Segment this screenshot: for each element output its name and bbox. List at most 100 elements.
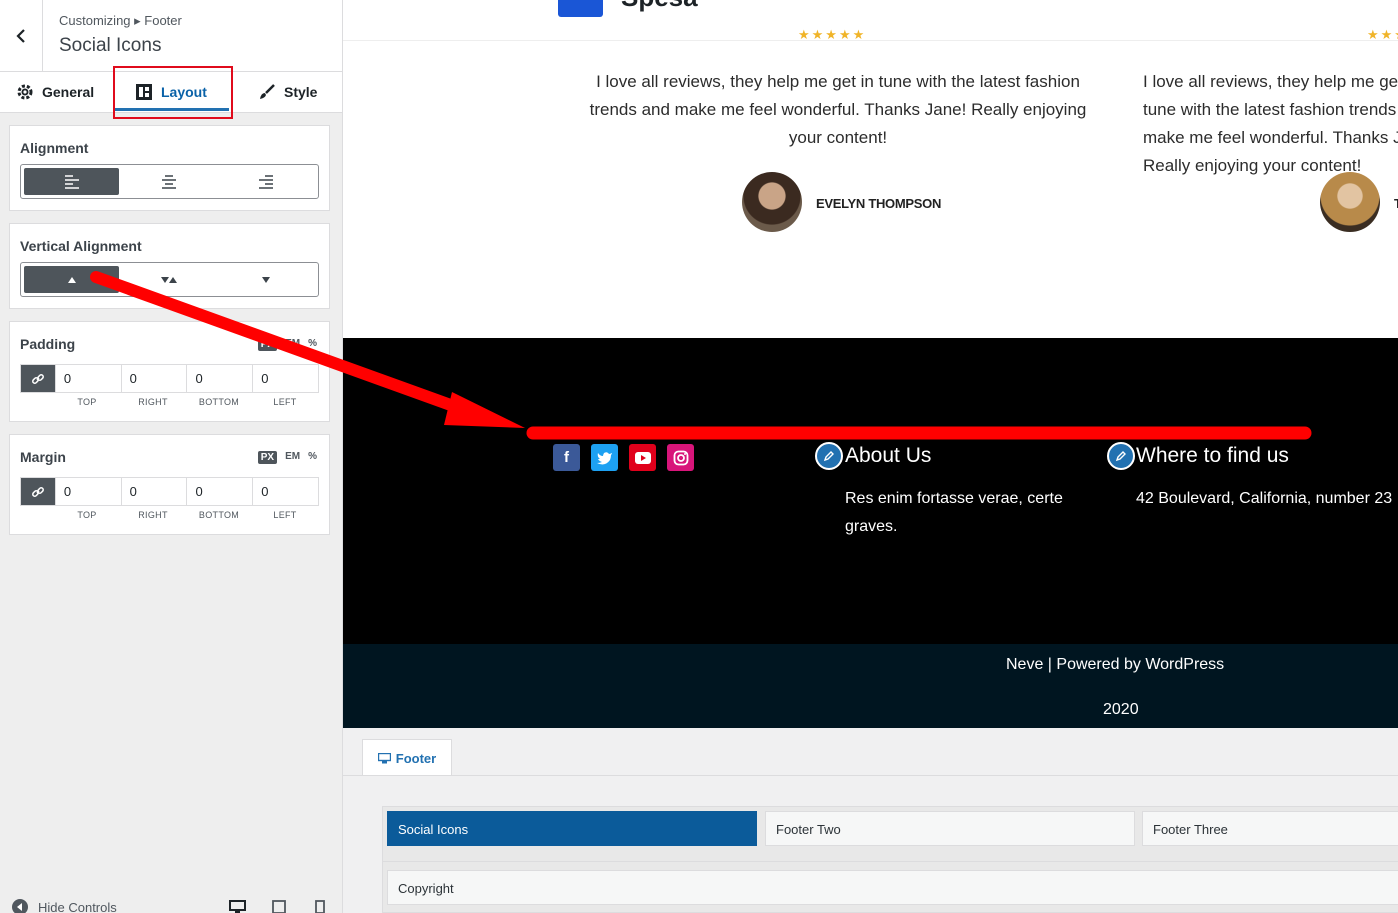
padding-left-input[interactable]: 0	[252, 365, 318, 392]
alignment-panel: Alignment	[9, 125, 330, 211]
back-button[interactable]	[0, 0, 43, 71]
youtube-icon[interactable]	[629, 444, 656, 471]
padding-inputs: 0 0 0 0	[20, 364, 319, 393]
margin-bottom-input[interactable]: 0	[186, 478, 252, 505]
margin-right-input[interactable]: 0	[120, 478, 187, 505]
margin-unit-em[interactable]: EM	[285, 451, 300, 464]
tab-general-label: General	[42, 84, 95, 100]
padding-unit-percent[interactable]: %	[308, 338, 317, 351]
powered-by-text[interactable]: Neve | Powered by WordPress	[1006, 656, 1224, 674]
mobile-preview-icon[interactable]	[315, 900, 325, 913]
tablet-preview-icon[interactable]	[272, 900, 286, 913]
padding-bottom-label: BOTTOM	[198, 397, 240, 407]
avatar	[742, 172, 802, 232]
padding-top-label: TOP	[77, 397, 97, 407]
breadcrumb: Customizing ▸ Footer	[59, 13, 182, 28]
monitor-icon	[377, 752, 391, 763]
margin-unit-switcher: PX EM %	[257, 451, 317, 464]
builder-item-copyright[interactable]: Copyright	[387, 870, 1398, 905]
footer-bottom-row: Neve | Powered by WordPress 2020	[343, 644, 1398, 728]
builder-row-bottom: Copyright	[382, 861, 1398, 913]
align-right-button[interactable]	[218, 168, 313, 195]
padding-title: Padding	[20, 336, 76, 352]
valign-top-button[interactable]	[24, 266, 119, 293]
padding-top-input[interactable]: 0	[54, 365, 121, 392]
vertical-alignment-control	[20, 262, 319, 297]
padding-panel: Padding PX EM % 0 0 0 0 TOP RIGHT BOTTOM…	[9, 321, 330, 422]
collapse-arrow-icon	[12, 899, 28, 913]
padding-link-button[interactable]	[21, 365, 55, 392]
edit-widget-icon[interactable]	[815, 442, 843, 470]
testimonial-author: EVELYN THOMPSON	[816, 196, 942, 211]
padding-labels: TOP RIGHT BOTTOM LEFT	[54, 397, 319, 407]
hide-controls-button[interactable]: Hide Controls	[12, 899, 117, 913]
tab-general[interactable]: General	[16, 72, 94, 112]
desktop-preview-icon[interactable]	[229, 900, 246, 913]
site-preview: Spesa ★★★★★ ★★★★★ I love all reviews, th…	[343, 0, 1398, 728]
site-logo-text: Spesa	[621, 0, 698, 13]
builder-tab-footer[interactable]: Footer	[362, 739, 452, 776]
brush-icon	[260, 84, 275, 99]
customizer-sidebar: Customizing ▸ Footer Social Icons Genera…	[0, 0, 343, 913]
footer-builder: Footer Social Icons Footer Two Footer Th…	[343, 728, 1398, 913]
testimonial-quote: I love all reviews, they help me get in …	[1143, 72, 1398, 175]
triangle-down-icon	[261, 276, 270, 283]
tab-style-label: Style	[284, 84, 318, 100]
margin-top-label: TOP	[77, 510, 97, 520]
builder-row-top: Social Icons Footer Two Footer Three	[382, 806, 1398, 863]
triangle-middle-icon	[160, 276, 177, 283]
margin-unit-percent[interactable]: %	[308, 451, 317, 464]
align-left-button[interactable]	[24, 168, 119, 195]
alignment-title: Alignment	[20, 140, 89, 156]
align-right-icon	[258, 174, 273, 189]
builder-item-footer-two[interactable]: Footer Two	[765, 811, 1135, 846]
margin-unit-px[interactable]: PX	[257, 451, 278, 464]
padding-unit-switcher: PX EM %	[257, 338, 317, 351]
instagram-icon[interactable]	[667, 444, 694, 471]
valign-middle-button[interactable]	[121, 266, 216, 293]
avatar	[1320, 172, 1380, 232]
margin-top-input[interactable]: 0	[54, 478, 121, 505]
padding-unit-px[interactable]: PX	[257, 338, 278, 351]
align-left-icon	[64, 174, 79, 189]
sidebar-header: Customizing ▸ Footer Social Icons	[0, 0, 342, 72]
twitter-icon[interactable]	[591, 444, 618, 471]
chevron-left-icon	[16, 28, 25, 43]
margin-title: Margin	[20, 449, 66, 465]
margin-right-label: RIGHT	[138, 510, 168, 520]
rating-stars: ★★★★★	[1367, 27, 1398, 42]
about-us-title: About Us	[845, 444, 932, 467]
layout-tab-highlight-box	[113, 66, 233, 119]
margin-link-button[interactable]	[21, 478, 55, 505]
margin-bottom-label: BOTTOM	[198, 510, 240, 520]
site-logo-mark[interactable]	[558, 0, 603, 17]
vertical-alignment-panel: Vertical Alignment	[9, 223, 330, 309]
hide-controls-label: Hide Controls	[38, 899, 117, 913]
edit-widget-icon[interactable]	[1107, 442, 1135, 470]
tab-style[interactable]: Style	[258, 72, 317, 112]
margin-left-label: LEFT	[273, 510, 297, 520]
sidebar-footer: Hide Controls	[0, 885, 342, 913]
facebook-icon[interactable]: f	[553, 444, 580, 471]
padding-bottom-input[interactable]: 0	[186, 365, 252, 392]
margin-inputs: 0 0 0 0	[20, 477, 319, 506]
margin-left-input[interactable]: 0	[252, 478, 318, 505]
builder-tab-label: Footer	[395, 750, 437, 766]
builder-item-social-icons[interactable]: Social Icons	[387, 811, 757, 846]
link-icon	[31, 373, 44, 384]
triangle-up-icon	[67, 276, 76, 283]
copyright-year: 2020	[1103, 701, 1139, 718]
rating-stars: ★★★★★	[798, 27, 867, 42]
padding-left-label: LEFT	[273, 397, 297, 407]
align-center-button[interactable]	[121, 168, 216, 195]
margin-panel: Margin PX EM % 0 0 0 0 TOP RIGHT BOTTOM …	[9, 434, 330, 535]
where-to-find-us-title: Where to find us	[1136, 444, 1289, 467]
padding-unit-em[interactable]: EM	[285, 338, 300, 351]
builder-item-footer-three[interactable]: Footer Three	[1142, 811, 1398, 846]
margin-labels: TOP RIGHT BOTTOM LEFT	[54, 510, 319, 520]
vertical-alignment-title: Vertical Alignment	[20, 238, 142, 254]
valign-bottom-button[interactable]	[218, 266, 313, 293]
align-center-icon	[161, 174, 176, 189]
padding-right-input[interactable]: 0	[120, 365, 187, 392]
footer-top-row: f About Us Res enim fortasse verae, cert…	[343, 338, 1398, 644]
